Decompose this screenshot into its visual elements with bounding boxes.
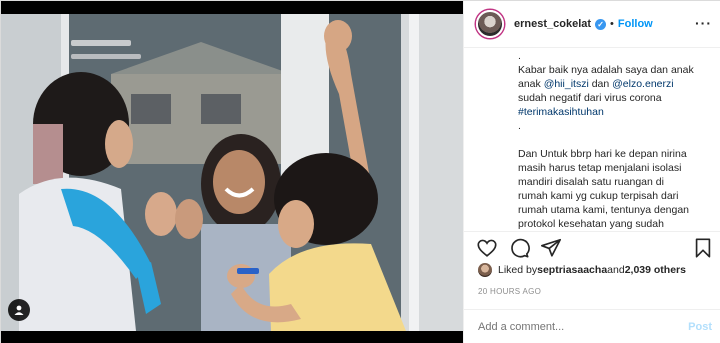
hashtag-link[interactable]: #terimakasihtuhan — [518, 105, 708, 119]
post-side-panel: ernest_cokelat ✓ • Follow ··· . Kabar ba… — [463, 1, 720, 343]
liker-avatar[interactable] — [478, 263, 492, 277]
caption-line: mandiri disalah satu ruangan di — [518, 176, 664, 188]
caption-line: Kabar baik nya adalah saya dan anak — [518, 64, 694, 76]
heart-icon[interactable] — [476, 237, 498, 259]
comment-bar: Post — [464, 309, 720, 343]
verified-badge-icon: ✓ — [595, 18, 607, 30]
caption-text: dan — [588, 78, 613, 90]
follow-button[interactable]: Follow — [618, 18, 653, 30]
username[interactable]: ernest_cokelat — [514, 18, 591, 30]
photo-image[interactable] — [1, 14, 463, 331]
likes-count[interactable]: 2,039 others — [625, 264, 686, 276]
post-photo[interactable] — [1, 1, 463, 343]
post-comment-button[interactable]: Post — [688, 321, 712, 333]
caption-text: anak — [518, 78, 544, 90]
post-header: ernest_cokelat ✓ • Follow ··· — [464, 1, 720, 48]
comment-icon[interactable] — [508, 237, 530, 259]
action-bar — [464, 231, 720, 261]
bookmark-icon[interactable] — [692, 237, 714, 259]
caption-line: rumah utama kami, tentunya dengan — [518, 204, 690, 216]
likes-summary: Liked by septriasaacha and 2,039 others — [478, 263, 686, 277]
likes-middle: and — [607, 264, 625, 276]
caption-line: Dan Untuk bbrp hari ke depan nirina — [518, 148, 687, 160]
share-icon[interactable] — [540, 237, 562, 259]
post-caption: . Kabar baik nya adalah saya dan anak an… — [464, 49, 720, 231]
caption-line: sudah negatif dari virus corona — [518, 92, 662, 104]
mention-link[interactable]: @elzo.enerzi — [612, 78, 673, 90]
post-timestamp[interactable]: 20 HOURS AGO — [478, 287, 541, 296]
photo-illustration — [1, 14, 463, 331]
separator-dot: • — [610, 18, 614, 30]
comment-input[interactable] — [478, 321, 668, 333]
user-tag-icon[interactable] — [8, 299, 30, 321]
caption-line: . — [518, 120, 521, 132]
caption-line: . — [518, 50, 521, 62]
caption-line: masih harus tetap menjalani isolasi — [518, 162, 682, 174]
more-options-icon[interactable]: ··· — [695, 16, 712, 30]
instagram-post: ernest_cokelat ✓ • Follow ··· . Kabar ba… — [0, 0, 720, 343]
caption-line-mentions: anak @hii_itszi dan @elzo.enerzi — [518, 77, 708, 91]
mention-link[interactable]: @hii_itszi — [544, 78, 589, 90]
avatar[interactable] — [476, 10, 504, 38]
likes-prefix: Liked by — [498, 264, 538, 276]
liker-username[interactable]: septriasaacha — [537, 264, 607, 276]
caption-line: protokol kesehatan yang sudah — [518, 218, 664, 230]
caption-line: rumah kami yg cukup terpisah dari — [518, 190, 679, 202]
